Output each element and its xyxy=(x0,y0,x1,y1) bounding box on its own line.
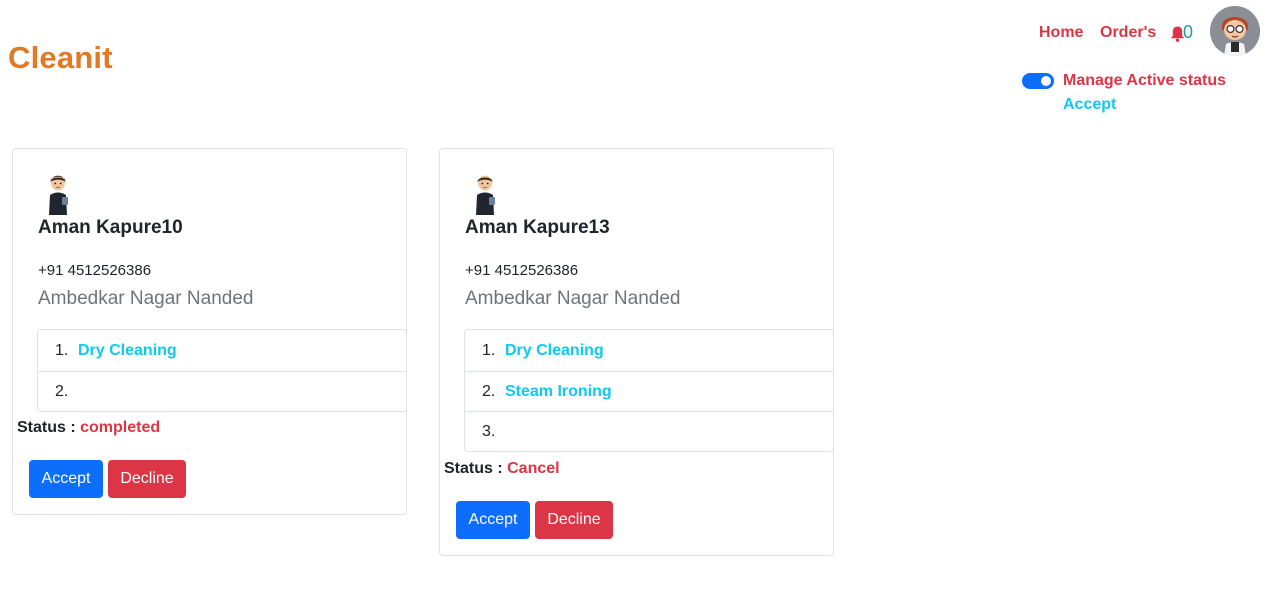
status-label: Status : xyxy=(17,419,76,436)
service-list: 1. Dry Cleaning 2. Steam Ironing 3. xyxy=(464,329,834,452)
user-avatar[interactable] xyxy=(1210,6,1260,56)
nav-orders-link[interactable]: Order's xyxy=(1100,24,1156,42)
active-status-value: Accept xyxy=(1063,96,1117,113)
nav-home-link[interactable]: Home xyxy=(1039,24,1083,42)
status-label: Status : xyxy=(444,460,503,477)
service-number: 2. xyxy=(482,382,496,400)
service-list-item: 2. Steam Ironing xyxy=(465,371,833,411)
service-list: 1. Dry Cleaning 2. xyxy=(37,329,407,412)
toggle-knob xyxy=(1041,76,1051,86)
service-name: Steam Ironing xyxy=(505,382,612,400)
user-avatar-icon xyxy=(1210,6,1260,56)
status-value: completed xyxy=(80,419,161,436)
customer-address: Ambedkar Nagar Nanded xyxy=(465,288,681,309)
customer-name: Aman Kapure13 xyxy=(465,217,610,238)
service-list-item: 2. xyxy=(38,371,406,411)
customer-avatar-icon xyxy=(476,175,495,215)
customer-avatar-icon xyxy=(49,175,68,215)
service-number: 1. xyxy=(55,341,69,359)
service-name: Dry Cleaning xyxy=(505,341,604,359)
decline-button[interactable]: Decline xyxy=(108,460,186,498)
order-card: Aman Kapure10 +91 4512526386 Ambedkar Na… xyxy=(12,148,407,515)
customer-phone: +91 4512526386 xyxy=(465,262,579,279)
decline-button[interactable]: Decline xyxy=(535,501,613,539)
status-value: Cancel xyxy=(507,460,560,477)
accept-button[interactable]: Accept xyxy=(456,501,530,539)
service-list-item: 1. Dry Cleaning xyxy=(38,330,406,371)
order-card: Aman Kapure13 +91 4512526386 Ambedkar Na… xyxy=(439,148,834,556)
service-number: 1. xyxy=(482,341,496,359)
active-status-toggle[interactable] xyxy=(1022,73,1054,89)
service-name: Dry Cleaning xyxy=(78,341,177,359)
service-number: 3. xyxy=(482,422,496,440)
order-status: Status : Cancel xyxy=(444,460,560,478)
brand-logo-text[interactable]: Cleanit xyxy=(8,40,113,76)
notification-count: 0 xyxy=(1183,22,1194,42)
manage-active-status-label: Manage Active status xyxy=(1063,72,1227,89)
service-number: 2. xyxy=(55,382,69,400)
customer-name: Aman Kapure10 xyxy=(38,217,183,238)
order-status: Status : completed xyxy=(17,419,160,437)
service-list-item: 3. xyxy=(465,411,833,451)
service-list-item: 1. Dry Cleaning xyxy=(465,330,833,371)
customer-phone: +91 4512526386 xyxy=(38,262,152,279)
customer-address: Ambedkar Nagar Nanded xyxy=(38,288,254,309)
accept-button[interactable]: Accept xyxy=(29,460,103,498)
